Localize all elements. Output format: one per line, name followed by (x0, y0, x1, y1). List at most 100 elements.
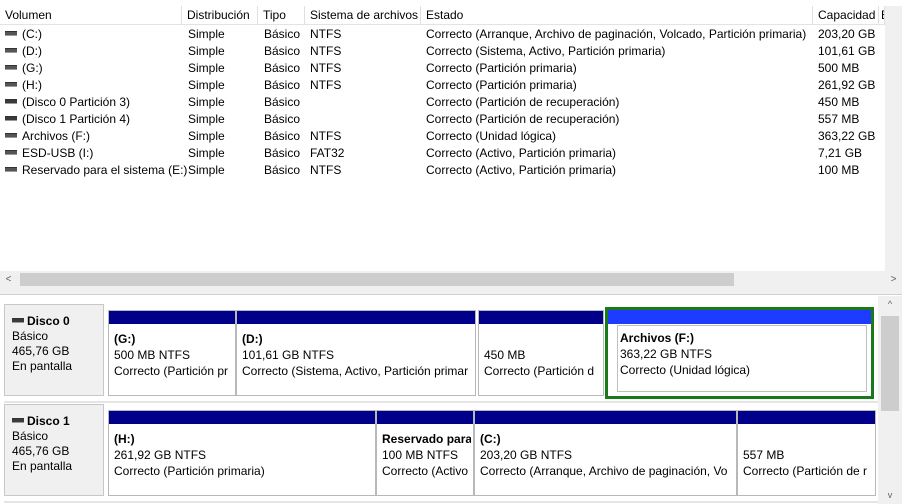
column-layout[interactable]: Distribución (182, 6, 258, 25)
horizontal-scroll-thumb[interactable] (20, 273, 734, 286)
cell-layout: Simple (188, 95, 225, 109)
volume-row[interactable]: Reservado para el sistema (E:) Simple Bási… (0, 162, 892, 179)
volume-row[interactable]: (Disco 1 Partición 4) Simple Básico Correct… (0, 111, 892, 128)
volume-row[interactable]: (H:) Simple Básico NTFS Correcto (Partición … (0, 77, 892, 94)
partition-name: Archivos (F:) (620, 331, 695, 345)
volume-icon (5, 99, 17, 105)
cell-type: Básico (264, 27, 301, 41)
partition-block[interactable]: 450 MB Correcto (Partición d (478, 310, 604, 396)
disk-info-panel[interactable]: Disco 1 Básico 465,76 GB En pantalla (4, 404, 104, 496)
partition-size: 100 MB NTFS (382, 448, 459, 462)
partition-name: Reservado para (382, 432, 471, 446)
cell-filesystem: NTFS (310, 44, 342, 58)
partition-block[interactable]: (D:) 101,61 GB NTFS Correcto (Sistema, Act… (236, 310, 476, 396)
cell-capacity: 203,20 GB (818, 27, 876, 41)
cell-capacity: 557 MB (818, 112, 860, 126)
disk-icon (12, 318, 24, 324)
cell-filesystem: NTFS (310, 129, 342, 143)
partition-block-selected[interactable]: Archivos (F:) 363,22 GB NTFS Correcto (Uni… (605, 307, 874, 399)
scroll-right-arrow-icon[interactable]: > (885, 271, 902, 288)
disk-graphic-pane: Disco 0 Básico 465,76 GB En pantalla (G:) 500… (0, 296, 902, 504)
partition-block[interactable]: 557 MB Correcto (Partición de r (737, 410, 876, 496)
volume-icon (5, 65, 17, 71)
partition-status: Correcto (Sistema, Activo, Partición pri… (242, 364, 469, 378)
cell-type: Básico (264, 78, 301, 92)
cell-layout: Simple (188, 129, 225, 143)
cell-type: Básico (264, 129, 301, 143)
partition-details: Archivos (F:) 363,22 GB NTFS Correcto (Uni… (617, 325, 867, 392)
disk-name-label: Disco 1 (27, 414, 70, 428)
vertical-scroll-thumb[interactable] (881, 316, 899, 411)
cell-volume: Archivos (F:) (5, 128, 90, 145)
volume-name: (D:) (22, 44, 42, 58)
cell-filesystem: NTFS (310, 163, 342, 177)
cell-status: Correcto (Arranque, Archivo de paginació… (426, 27, 807, 41)
cell-volume: (C:) (5, 26, 42, 43)
cell-filesystem: NTFS (310, 27, 342, 41)
partition-details: Reservado para 100 MB NTFS Correcto (Activ… (382, 431, 471, 479)
partition-block[interactable]: Reservado para 100 MB NTFS Correcto (Activ… (376, 410, 474, 496)
partition-details: (G:) 500 MB NTFS Correcto (Partición pr (114, 331, 233, 379)
disk-pane-vertical-scrollbar[interactable]: ^ v (878, 296, 902, 504)
disk-row-divider (4, 501, 884, 503)
column-status[interactable]: Estado (421, 6, 813, 25)
volume-name: (C:) (22, 27, 42, 41)
cell-volume: (Disco 0 Partición 3) (5, 94, 130, 111)
volume-row[interactable]: Archivos (F:) Simple Básico NTFS Correcto (U… (0, 128, 892, 145)
volume-row[interactable]: (D:) Simple Básico NTFS Correcto (Sistema, A… (0, 43, 892, 60)
column-capacity[interactable]: Capacidad (813, 6, 879, 25)
volume-name: (G:) (22, 61, 43, 75)
disk-row: Disco 0 Básico 465,76 GB En pantalla (G:) 500… (4, 300, 884, 403)
partition-size: 101,61 GB NTFS (242, 348, 335, 362)
partition-color-bar (377, 411, 473, 424)
pane-splitter[interactable] (0, 288, 902, 295)
disk-info-panel[interactable]: Disco 0 Básico 465,76 GB En pantalla (4, 304, 104, 396)
volume-name: ESD-USB (I:) (22, 146, 94, 160)
partition-details: (H:) 261,92 GB NTFS Correcto (Partición pr… (114, 431, 373, 479)
cell-type: Básico (264, 44, 301, 58)
partition-block[interactable]: (G:) 500 MB NTFS Correcto (Partición pr (108, 310, 236, 396)
partition-block[interactable]: (C:) 203,20 GB NTFS Correcto (Arranque, Ar… (474, 410, 737, 496)
partition-block[interactable]: (H:) 261,92 GB NTFS Correcto (Partición pr… (108, 410, 376, 496)
volume-icon (5, 82, 17, 88)
disk-size: 465,76 GB (12, 444, 70, 458)
volume-list-vertical-scrollbar[interactable] (885, 6, 902, 273)
volume-row[interactable]: (C:) Simple Básico NTFS Correcto (Arranque, … (0, 26, 892, 43)
volume-list-pane: Volumen Distribución Tipo Sistema de arc… (0, 0, 902, 288)
scroll-up-arrow-icon[interactable]: ^ (878, 296, 902, 313)
cell-capacity: 450 MB (818, 95, 860, 109)
volume-row[interactable]: (G:) Simple Básico NTFS Correcto (Partición … (0, 60, 892, 77)
column-volume[interactable]: Volumen (0, 6, 182, 25)
partition-status: Correcto (Partición de r (743, 464, 868, 478)
scroll-left-arrow-icon[interactable]: < (0, 271, 17, 288)
column-type[interactable]: Tipo (258, 6, 305, 25)
cell-status: Correcto (Sistema, Activo, Partición pri… (426, 44, 666, 58)
partition-details: 450 MB Correcto (Partición d (484, 331, 601, 379)
cell-layout: Simple (188, 78, 225, 92)
volume-name: (H:) (22, 78, 42, 92)
cell-volume: ESD-USB (I:) (5, 145, 93, 162)
scroll-down-arrow-icon[interactable]: v (878, 487, 902, 504)
disk-name-label: Disco 0 (27, 314, 70, 328)
horizontal-scrollbar[interactable]: < > (0, 271, 902, 288)
cell-capacity: 261,92 GB (818, 78, 876, 92)
disk-icon (12, 418, 24, 424)
volume-row[interactable]: (Disco 0 Partición 3) Simple Básico Correct… (0, 94, 892, 111)
partition-size: 203,20 GB NTFS (480, 448, 573, 462)
disk-state: En pantalla (12, 459, 73, 473)
cell-filesystem: NTFS (310, 61, 342, 75)
cell-filesystem: NTFS (310, 78, 342, 92)
partition-status: Correcto (Partición primaria) (114, 464, 265, 478)
volume-row[interactable]: ESD-USB (I:) Simple Básico FAT32 Correcto (A… (0, 145, 895, 162)
partition-color-bar (475, 411, 736, 424)
column-header: Volumen Distribución Tipo Sistema de arc… (0, 6, 902, 25)
cell-volume: (D:) (5, 43, 42, 60)
cell-layout: Simple (188, 61, 225, 75)
column-filesystem[interactable]: Sistema de archivos (305, 6, 421, 25)
cell-volume: (Disco 1 Partición 4) (5, 111, 130, 128)
partition-status: Correcto (Partición pr (114, 364, 229, 378)
volume-icon (5, 48, 17, 54)
cell-status: Correcto (Activo, Partición primaria) (426, 163, 617, 177)
cell-layout: Simple (188, 163, 225, 177)
volume-icon (5, 31, 17, 37)
